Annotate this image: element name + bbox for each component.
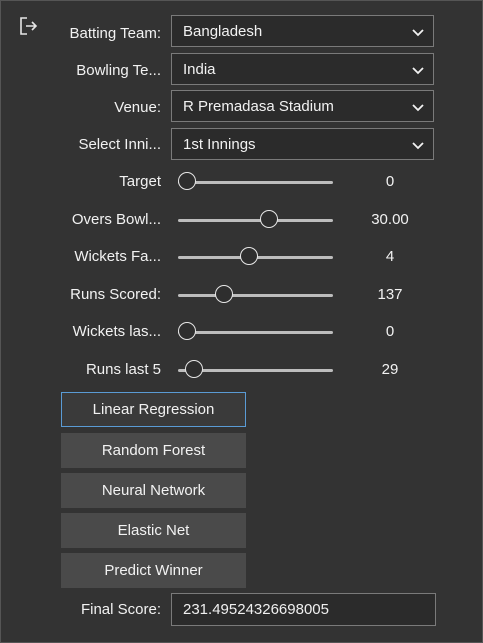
target-value: 0 <box>385 173 395 190</box>
wickets-last5-label: Wickets las... <box>72 323 161 340</box>
venue-value: R Premadasa Stadium <box>183 98 334 115</box>
venue-label: Venue: <box>114 99 161 116</box>
predict-winner-button[interactable]: Predict Winner <box>61 553 246 588</box>
runs-slider[interactable] <box>178 284 333 306</box>
elastic-net-button[interactable]: Elastic Net <box>61 513 246 548</box>
wickets-label: Wickets Fa... <box>74 248 161 265</box>
slider-track <box>178 331 333 334</box>
bowling-team-select[interactable]: India <box>171 53 434 85</box>
batting-team-value: Bangladesh <box>183 23 263 40</box>
runs-last5-label: Runs last 5 <box>85 361 161 378</box>
overs-value: 30.00 <box>371 211 409 228</box>
final-score-field[interactable]: 231.49524326698005 <box>171 593 436 626</box>
wickets-value: 4 <box>385 248 395 265</box>
runs-last5-value: 29 <box>381 361 399 378</box>
exit-icon[interactable] <box>18 15 40 37</box>
runs-label: Runs Scored: <box>70 286 161 303</box>
neural-network-button[interactable]: Neural Network <box>61 473 246 508</box>
slider-thumb[interactable] <box>185 360 203 378</box>
slider-thumb[interactable] <box>240 247 258 265</box>
overs-label: Overs Bowl... <box>71 211 161 228</box>
final-score-value: 231.49524326698005 <box>183 601 329 618</box>
chevron-down-icon <box>412 104 424 112</box>
batting-team-label: Batting Team: <box>69 25 161 42</box>
slider-track <box>178 181 333 184</box>
runs-value: 137 <box>377 286 403 303</box>
venue-select[interactable]: R Premadasa Stadium <box>171 90 434 122</box>
overs-slider[interactable] <box>178 209 333 231</box>
slider-thumb[interactable] <box>260 210 278 228</box>
slider-thumb[interactable] <box>178 322 196 340</box>
target-slider[interactable] <box>178 171 333 193</box>
prediction-panel: Batting Team: Bangladesh Bowling Te... I… <box>0 0 483 643</box>
bowling-team-value: India <box>183 61 216 78</box>
wickets-last5-slider[interactable] <box>178 321 333 343</box>
random-forest-button[interactable]: Random Forest <box>61 433 246 468</box>
target-label: Target <box>119 173 161 190</box>
batting-team-select[interactable]: Bangladesh <box>171 15 434 47</box>
bowling-team-label: Bowling Te... <box>76 62 161 79</box>
slider-thumb[interactable] <box>178 172 196 190</box>
slider-thumb[interactable] <box>215 285 233 303</box>
chevron-down-icon <box>412 29 424 37</box>
chevron-down-icon <box>412 142 424 150</box>
wickets-last5-value: 0 <box>385 323 395 340</box>
innings-value: 1st Innings <box>183 136 256 153</box>
chevron-down-icon <box>412 67 424 75</box>
linear-regression-button[interactable]: Linear Regression <box>61 392 246 427</box>
innings-select[interactable]: 1st Innings <box>171 128 434 160</box>
final-score-label: Final Score: <box>80 601 161 618</box>
innings-label: Select Inni... <box>78 136 161 153</box>
slider-track <box>178 219 333 222</box>
runs-last5-slider[interactable] <box>178 359 333 381</box>
wickets-slider[interactable] <box>178 246 333 268</box>
slider-track <box>178 294 333 297</box>
